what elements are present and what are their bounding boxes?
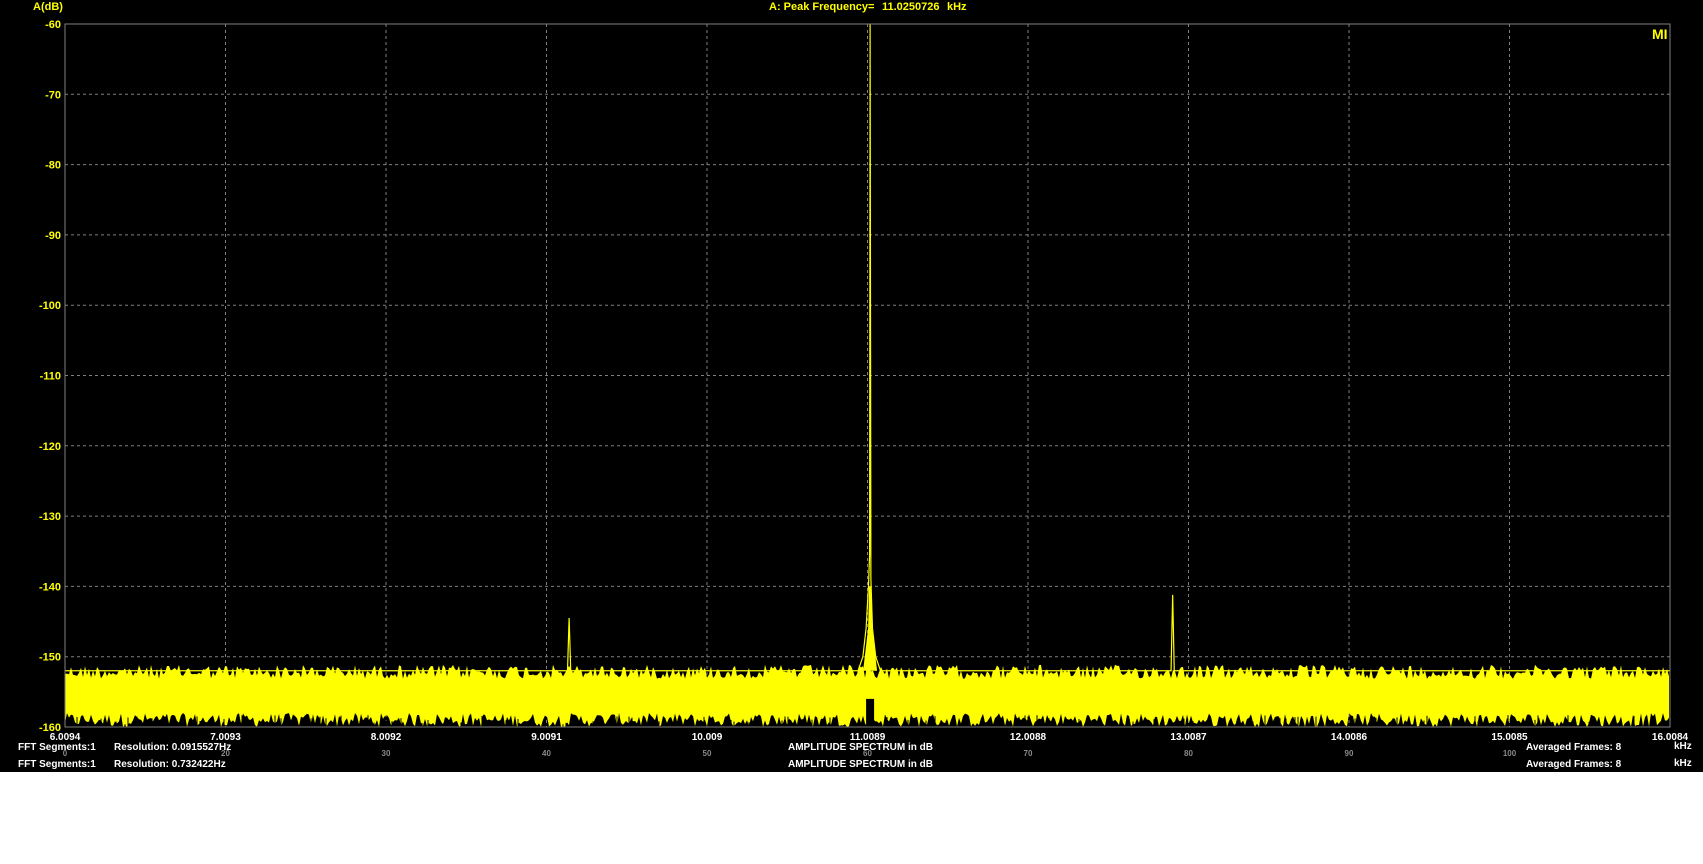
y-tick-label: -130 (39, 511, 61, 523)
x-tick-label: 10.009 (692, 732, 723, 743)
footer-unit-1: kHz (1674, 741, 1692, 752)
footer-resolution-1: Resolution: 0.0915527Hz (114, 742, 231, 753)
y-tick-label: -110 (40, 371, 61, 383)
peak-frequency-unit: kHz (947, 1, 967, 13)
peak-frequency-label: A: Peak Frequency= (769, 1, 874, 13)
ghost-tick-label: 90 (1345, 749, 1354, 758)
noise-floor (65, 664, 1669, 727)
y-tick-label: -70 (45, 89, 61, 101)
corner-tag: MI (1652, 26, 1668, 42)
x-tick-label: 15.0085 (1491, 732, 1528, 743)
carrier-notch (866, 698, 875, 727)
x-tick-label: 8.0092 (371, 732, 402, 743)
x-tick-label: 13.0087 (1170, 732, 1207, 743)
y-tick-labels: -60-70-80-90-100-110-120-130-140-150-160 (39, 19, 61, 734)
footer-title-1: AMPLITUDE SPECTRUM in dB (788, 742, 933, 753)
y-axis-title: A(dB) (33, 1, 63, 13)
carrier-skirt (863, 586, 878, 671)
x-tick-label: 9.0091 (531, 732, 562, 743)
footer-segments-2: FFT Segments:1 (18, 759, 96, 770)
ghost-tick-label: 70 (1024, 749, 1033, 758)
y-tick-label: -150 (39, 652, 61, 664)
footer-title-2: AMPLITUDE SPECTRUM in dB (788, 759, 933, 770)
x-tick-label: 12.0088 (1010, 732, 1047, 743)
ghost-tick-label: 100 (1503, 749, 1517, 758)
ghost-tick-label: 40 (542, 749, 551, 758)
y-tick-label: -100 (39, 300, 61, 312)
peak-frequency-value: 11.0250726 (882, 1, 940, 13)
ghost-tick-label: 50 (703, 749, 712, 758)
ghost-tick-label: 30 (382, 749, 391, 758)
footer-resolution-2: Resolution: 0.732422Hz (114, 759, 226, 770)
x-tick-label: 14.0086 (1331, 732, 1368, 743)
y-tick-label: -80 (45, 160, 61, 172)
footer-frames-2: Averaged Frames: 8 (1526, 759, 1622, 770)
y-tick-label: -140 (39, 581, 61, 593)
spectrum-analyzer: A(dB) A: Peak Frequency= 11.0250726 kHz … (0, 0, 1703, 772)
y-tick-label: -60 (45, 19, 61, 31)
footer-unit-2: kHz (1674, 758, 1692, 769)
footer-frames-1: Averaged Frames: 8 (1526, 742, 1622, 753)
grid-lines (65, 24, 1670, 727)
y-tick-label: -90 (45, 230, 61, 242)
ghost-tick-label: 80 (1184, 749, 1193, 758)
y-tick-label: -120 (39, 441, 61, 453)
spectrum-chart: A(dB) A: Peak Frequency= 11.0250726 kHz … (18, 1, 1692, 770)
footer-segments-1: FFT Segments:1 (18, 742, 96, 753)
